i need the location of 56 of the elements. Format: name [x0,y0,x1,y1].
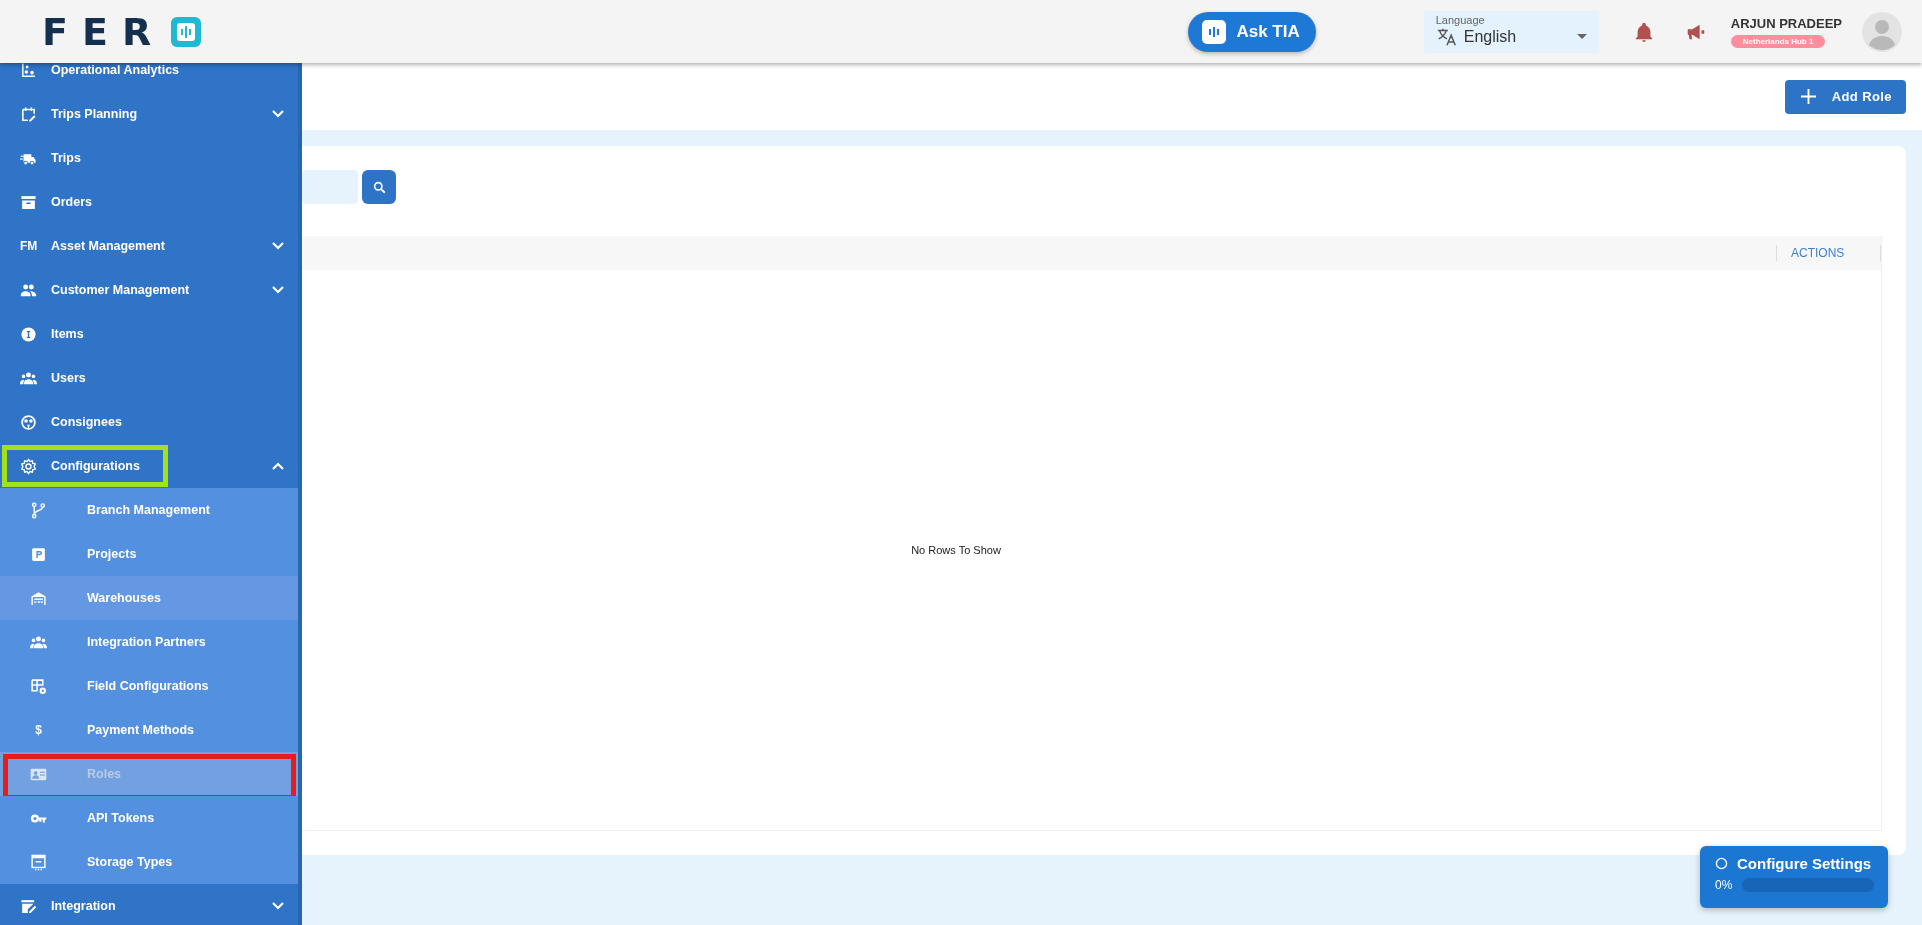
submenu-item[interactable]: Projects [0,532,298,576]
emoji-icon [20,413,37,431]
logo-text: FER [42,9,166,54]
branch-icon [30,501,47,519]
language-value: English [1463,27,1517,46]
sidebar-item[interactable]: Consignees [0,400,298,444]
column-header[interactable]: ACTIONS [1776,245,1881,261]
search-button[interactable] [362,170,396,204]
submenu-item[interactable]: Storage Types [0,840,298,884]
archive-box-icon [20,193,37,211]
sidebar-item[interactable]: Orders [0,180,298,224]
user-name: ARJUN PRADEEP [1730,15,1842,31]
square-icon [30,545,47,563]
progress-percent: 0% [1715,878,1733,892]
widget-title: Configure Settings [1737,855,1872,872]
circle-icon [1715,857,1728,870]
search-icon [372,180,386,194]
sidebar-item[interactable]: Configurations [0,444,298,488]
language-label: Language [1435,13,1485,26]
sidebar-item[interactable]: Users [0,356,298,400]
icon-text: FM [20,239,37,253]
sidebar-item[interactable]: Trips [0,136,298,180]
add-role-button[interactable]: Add Role [1784,79,1906,114]
sidebar-item[interactable]: Trips Planning [0,92,298,136]
caret-icon [1576,34,1587,39]
group-icon [20,369,37,387]
submenu-item[interactable]: $ Payment Methods [0,708,298,752]
logo-mark-icon [171,16,202,47]
note-edit-icon [20,897,37,915]
sidebar-item[interactable]: Items [0,312,298,356]
sidebar-item[interactable]: Operational Analytics [0,63,298,92]
warehouse-icon [30,589,47,607]
setup-widget[interactable]: Configure Settings 0% [1700,846,1888,908]
sidebar-item[interactable]: Integration [0,884,298,925]
search-field[interactable] [302,170,358,204]
empty-message: No Rows To Show [911,544,1001,556]
submenu-item[interactable]: Integration Partners [0,620,298,664]
settings-icon [20,457,37,475]
submenu-item[interactable]: Branch Management [0,488,298,532]
language-select[interactable]: Language English [1423,10,1599,53]
submenu-item[interactable]: Field Configurations [0,664,298,708]
calendar-edit-icon [20,105,37,123]
hub-badge: Netherlands Hub 1 [1730,34,1826,48]
info-circle-icon [20,325,37,343]
submenu-item[interactable]: Warehouses [0,576,298,620]
table-gear-icon [30,677,47,695]
ask-assistant-button[interactable]: Ask TIA [1188,11,1316,52]
group-icon [30,633,47,651]
people-icon [20,281,37,299]
submenu-item[interactable]: API Tokens [0,796,298,840]
voice-icon [1202,19,1227,44]
storage-box-icon [30,853,47,871]
plus-icon [1800,89,1816,104]
sidebar-item[interactable]: FM Asset Management [0,224,298,268]
sidebar-item[interactable]: Customer Management [0,268,298,312]
icon-text: $ [34,723,43,737]
